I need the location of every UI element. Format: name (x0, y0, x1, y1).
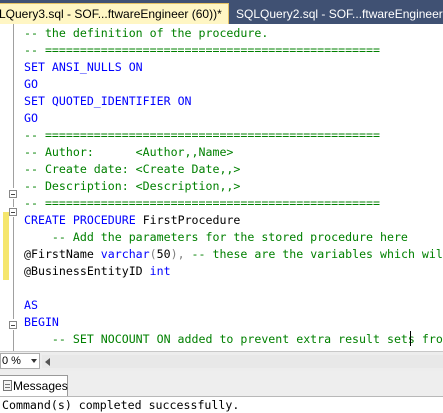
tab-messages-label: Messages (13, 379, 68, 393)
code-token: CREATE (24, 213, 73, 227)
tab-messages[interactable]: Messages (0, 375, 68, 396)
code-token: -- =====================================… (24, 128, 380, 142)
code-line: -- =====================================… (0, 127, 443, 144)
messages-icon (3, 380, 12, 391)
code-token: varchar (100, 247, 150, 261)
code-token: ), (170, 247, 185, 261)
result-message: Command(s) completed successfully. (2, 398, 240, 412)
code-line: SET QUOTED_IDENTIFIER ON (0, 93, 443, 110)
outline-guide-procedure (13, 217, 14, 319)
code-token: -- Create date: <Create Date,,> (24, 162, 241, 176)
code-line: SET ANSI_NULLS ON (0, 59, 443, 76)
document-tab-bar: LQuery3.sql - SOF...ftwareEngineer (60))… (0, 0, 443, 24)
code-token: ON (177, 94, 192, 108)
zoom-value: 0 % (2, 355, 21, 367)
outline-guide (13, 24, 14, 188)
code-token: -- Description: <Description,,> (24, 179, 241, 193)
horizontal-scrollbar[interactable] (42, 355, 443, 368)
code-line: -- Create date: <Create Date,,> (0, 161, 443, 178)
scroll-left-icon[interactable] (45, 358, 50, 366)
zoom-dropdown[interactable]: 0 % (0, 353, 40, 369)
messages-pane: Command(s) completed successfully. (0, 397, 443, 412)
code-text: GO (24, 110, 38, 127)
code-text: CREATE PROCEDURE FirstProcedure (24, 212, 240, 229)
code-text: SET QUOTED_IDENTIFIER ON (24, 93, 192, 110)
code-token: -- =====================================… (24, 196, 380, 210)
outline-guide-begin (13, 330, 14, 351)
code-token: -- the definition of the procedure. (24, 26, 269, 40)
code-text: BEGIN (24, 314, 59, 331)
tab-sqlquery2[interactable]: SQLQuery2.sql - SOF...ftwareEngineer (55… (232, 4, 443, 24)
code-text: -- Create date: <Create Date,,> (24, 161, 240, 178)
code-token: GO (24, 111, 38, 125)
code-token: -- Author: <Author,,Name> (24, 145, 234, 159)
code-token: PROCEDURE (72, 213, 143, 227)
code-text: -- =====================================… (24, 195, 380, 212)
code-token: -- SET NOCOUNT ON added to prevent extra… (24, 332, 443, 346)
code-line: -- Add the parameters for the stored pro… (0, 229, 443, 246)
code-token: -- =====================================… (24, 43, 380, 57)
tab-sqlquery3[interactable]: LQuery3.sql - SOF...ftwareEngineer (60))… (0, 3, 229, 24)
code-token: QUOTED_IDENTIFIER (51, 94, 178, 108)
collapse-toggle-begin[interactable] (9, 321, 17, 329)
code-token: ( (149, 247, 157, 261)
code-text: -- =====================================… (24, 127, 380, 144)
outline-guide-header (13, 199, 14, 207)
code-token: 50 (156, 247, 171, 261)
code-text: GO (24, 76, 38, 93)
code-line: -- Author: <Author,,Name> (0, 144, 443, 161)
collapse-toggle-procedure[interactable] (9, 208, 17, 216)
text-caret (410, 331, 411, 346)
code-token: AS (24, 298, 38, 312)
code-token: ANSI_NULLS (51, 60, 129, 74)
change-marker (3, 263, 9, 280)
collapse-toggle-header[interactable] (9, 190, 17, 198)
code-line: BEGIN (0, 314, 443, 331)
code-line: -- =====================================… (0, 195, 443, 212)
editor-status-bar: 0 % (0, 351, 443, 371)
code-line: -- SET NOCOUNT ON added to prevent extra… (0, 331, 443, 348)
code-line: CREATE PROCEDURE FirstProcedure (0, 212, 443, 229)
code-token: SET (24, 60, 52, 74)
code-text: -- =====================================… (24, 42, 380, 59)
code-token: @FirstName (24, 247, 101, 261)
code-line: @BusinessEntityID int (0, 263, 443, 280)
code-line: -- Description: <Description,,> (0, 178, 443, 195)
query-editor[interactable]: -- the definition of the procedure. -- ==… (0, 24, 443, 351)
code-line: @FirstName varchar(50), -- these are the… (0, 246, 443, 263)
code-text: -- Author: <Author,,Name> (24, 144, 233, 161)
code-text: @BusinessEntityID int (24, 263, 171, 280)
code-token: @BusinessEntityID (24, 264, 150, 278)
code-token: -- these are the variables which wil (184, 247, 443, 261)
chevron-down-icon (31, 359, 37, 363)
code-line: GO (0, 76, 443, 93)
code-text: AS (24, 297, 38, 314)
code-token: FirstProcedure (142, 213, 241, 227)
code-text: -- Add the parameters for the stored pro… (24, 229, 408, 246)
code-text: -- SET NOCOUNT ON added to prevent extra… (24, 331, 443, 348)
change-marker (3, 246, 9, 263)
code-text: SET ANSI_NULLS ON (24, 59, 143, 76)
code-line: -- =====================================… (0, 42, 443, 59)
code-line: AS (0, 297, 443, 314)
code-token: SET (24, 94, 52, 108)
code-token: GO (24, 77, 38, 91)
code-token: BEGIN (24, 315, 59, 329)
code-text: @FirstName varchar(50), -- these are the… (24, 246, 443, 263)
code-text: -- Description: <Description,,> (24, 178, 240, 195)
code-line: GO (0, 110, 443, 127)
results-tab-bar: Messages (0, 371, 443, 397)
code-token: ON (128, 60, 143, 74)
code-token: -- Add the parameters for the stored pro… (24, 230, 408, 244)
code-line: -- the definition of the procedure. (0, 25, 443, 42)
change-marker (3, 229, 9, 246)
code-token: int (149, 264, 171, 278)
code-text: -- the definition of the procedure. (24, 25, 268, 42)
